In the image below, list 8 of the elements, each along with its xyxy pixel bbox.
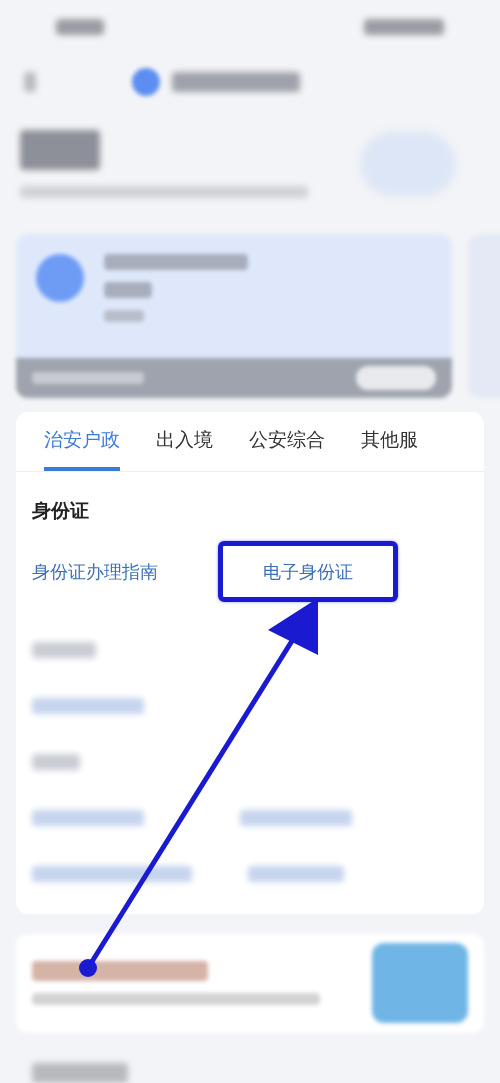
tab[interactable]: 治安户政 <box>44 412 120 472</box>
service-link[interactable]: 电子身份证 <box>218 540 398 602</box>
tab[interactable]: 公安综合 <box>249 412 325 472</box>
section-title: 身份证 <box>31 498 90 524</box>
tab[interactable]: 其他服 <box>361 412 418 472</box>
tab[interactable]: 出入境 <box>156 412 213 472</box>
blurred-logo-icon <box>132 68 160 97</box>
service-link[interactable]: 身份证办理指南 <box>32 545 158 597</box>
